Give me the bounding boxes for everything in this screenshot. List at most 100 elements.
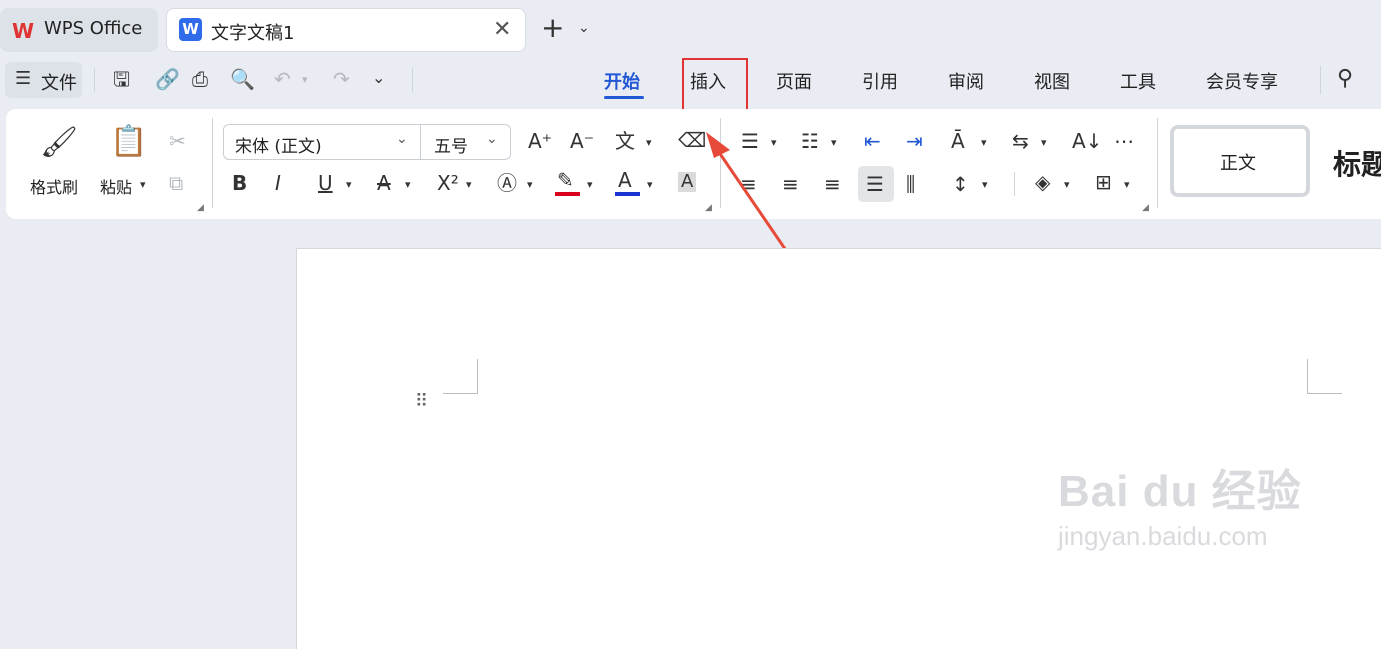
tab-document[interactable]: W 文字文稿1 ✕ xyxy=(166,8,526,52)
tab-home[interactable]: 开始 xyxy=(604,68,640,94)
font-color-icon[interactable]: A xyxy=(618,170,632,190)
strikethrough-icon[interactable]: A xyxy=(377,173,391,193)
divider xyxy=(212,118,213,208)
increase-indent-icon[interactable]: ⇥ xyxy=(906,131,923,151)
strikethrough-dropdown-icon[interactable]: ▾ xyxy=(405,178,411,191)
text-flow-dropdown-icon[interactable]: ▾ xyxy=(1041,136,1047,149)
underline-icon[interactable]: U xyxy=(318,173,333,193)
line-spacing-dropdown-icon[interactable]: ▾ xyxy=(982,178,988,191)
tab-page[interactable]: 页面 xyxy=(776,68,812,94)
text-flow-icon[interactable]: ⇆ xyxy=(1012,131,1029,151)
paste-icon[interactable]: 📋 xyxy=(110,127,147,157)
superscript-dropdown-icon[interactable]: ▾ xyxy=(466,178,472,191)
redo-icon[interactable]: ↷ xyxy=(333,69,350,89)
sort-icon[interactable]: A↓ xyxy=(1072,131,1102,151)
grow-font-icon[interactable]: A⁺ xyxy=(528,131,552,151)
font-size-value[interactable]: 五号 xyxy=(434,132,468,157)
divider xyxy=(1014,172,1015,196)
phonetic-guide-icon[interactable]: 文 xyxy=(615,131,635,151)
format-painter-label[interactable]: 格式刷 xyxy=(30,174,78,198)
tab-references[interactable]: 引用 xyxy=(862,68,898,94)
tab-document-label: 文字文稿1 xyxy=(211,23,295,44)
shading-dropdown-icon[interactable]: ▾ xyxy=(1064,178,1070,191)
annotation-highlight-box xyxy=(682,58,748,114)
margin-corner-top-left xyxy=(443,359,478,394)
wps-logo-icon: W xyxy=(12,19,35,43)
customize-quick-access-icon[interactable]: ⌄ xyxy=(372,70,385,86)
divider xyxy=(94,68,95,92)
cut-icon[interactable]: ✂ xyxy=(169,131,186,151)
text-effect-dropdown-icon[interactable]: ▾ xyxy=(527,178,533,191)
decrease-indent-icon[interactable]: ⇤ xyxy=(864,131,881,151)
highlight-color-icon[interactable]: ✎ xyxy=(557,170,574,190)
highlight-dropdown-icon[interactable]: ▾ xyxy=(587,178,593,191)
divider xyxy=(1320,66,1321,94)
clipboard-dialog-launcher-icon[interactable]: ◢ xyxy=(197,203,204,213)
margin-corner-top-right xyxy=(1307,359,1342,394)
justify-icon: ☰ xyxy=(866,172,884,196)
phonetic-dropdown-icon[interactable]: ▾ xyxy=(646,136,652,149)
superscript-icon[interactable]: X² xyxy=(437,173,459,193)
font-selector[interactable]: 宋体 (正文) ⌄ 五号 ⌄ xyxy=(223,124,511,160)
font-family-value[interactable]: 宋体 (正文) xyxy=(235,132,322,157)
numbered-list-dropdown-icon[interactable]: ▾ xyxy=(831,136,837,149)
line-spacing-icon[interactable]: ↕ xyxy=(952,174,969,194)
menu-icon: ☰ xyxy=(15,68,32,89)
new-tab-icon[interactable]: + xyxy=(541,14,564,42)
tab-membership[interactable]: 会员专享 xyxy=(1206,68,1278,94)
tab-tools[interactable]: 工具 xyxy=(1120,68,1156,94)
paste-dropdown-icon[interactable]: ▾ xyxy=(140,178,146,191)
drag-handle-icon[interactable]: ⠿ xyxy=(415,393,428,411)
paste-label[interactable]: 粘贴 xyxy=(100,174,132,198)
borders-icon[interactable]: ⊞ xyxy=(1095,172,1112,192)
font-color-swatch xyxy=(615,192,640,196)
search-icon[interactable]: ⚲ xyxy=(1337,68,1353,90)
print-preview-icon[interactable]: 🔍 xyxy=(230,69,255,89)
format-painter-icon[interactable]: 🖌 xyxy=(40,128,78,158)
tab-review[interactable]: 审阅 xyxy=(948,68,984,94)
divider xyxy=(1157,118,1158,208)
document-page[interactable]: ⠿ xyxy=(296,248,1381,649)
font-selector-divider xyxy=(420,125,421,159)
justify-button[interactable]: ☰ xyxy=(858,166,894,202)
undo-dropdown-icon[interactable]: ▾ xyxy=(302,73,308,86)
borders-dropdown-icon[interactable]: ▾ xyxy=(1124,178,1130,191)
font-size-chevron-icon[interactable]: ⌄ xyxy=(486,131,498,147)
undo-icon[interactable]: ↶ xyxy=(274,69,291,89)
tab-wps-label: WPS Office xyxy=(44,18,143,39)
watermark-logo: Bai du 经验 xyxy=(1058,467,1302,516)
writer-doc-icon: W xyxy=(179,18,202,41)
share-link-icon[interactable]: 🔗 xyxy=(155,69,180,89)
font-color-dropdown-icon[interactable]: ▾ xyxy=(647,178,653,191)
divider xyxy=(412,68,413,92)
style-normal-card[interactable]: 正文 xyxy=(1170,125,1310,197)
paragraph-dialog-launcher-icon[interactable]: ◢ xyxy=(1142,203,1149,213)
print-icon[interactable]: ⎙ xyxy=(192,69,208,89)
save-icon[interactable]: 🖫 xyxy=(113,69,130,89)
tab-wps-office[interactable]: W WPS Office xyxy=(0,8,158,52)
text-direction-icon[interactable]: Ā xyxy=(951,131,965,151)
file-menu-button[interactable]: ☰ 文件 xyxy=(5,62,82,98)
distributed-align-icon[interactable]: ⫼ xyxy=(906,174,915,194)
style-heading-label[interactable]: 标题 xyxy=(1333,143,1381,183)
italic-icon[interactable]: I xyxy=(275,173,281,193)
copy-icon[interactable]: ⧉ xyxy=(169,173,183,193)
bold-icon[interactable]: B xyxy=(232,173,247,193)
align-right-icon[interactable]: ≡ xyxy=(824,174,841,194)
file-menu-label: 文件 xyxy=(41,73,77,94)
underline-dropdown-icon[interactable]: ▾ xyxy=(346,178,352,191)
close-tab-icon[interactable]: ✕ xyxy=(493,17,511,42)
watermark-url: jingyan.baidu.com xyxy=(1058,521,1268,551)
tab-list-chevron-icon[interactable]: ⌄ xyxy=(578,20,590,36)
show-hide-marks-icon[interactable]: ⋯ xyxy=(1114,131,1134,151)
highlight-color-swatch xyxy=(555,192,580,196)
font-family-chevron-icon[interactable]: ⌄ xyxy=(396,131,408,147)
shading-fill-icon[interactable]: ◈ xyxy=(1035,172,1050,192)
text-direction-dropdown-icon[interactable]: ▾ xyxy=(981,136,987,149)
shrink-font-icon[interactable]: A⁻ xyxy=(570,131,594,151)
tab-view[interactable]: 视图 xyxy=(1034,68,1070,94)
active-tab-indicator xyxy=(604,96,644,99)
text-effect-icon[interactable]: Ⓐ xyxy=(497,173,517,193)
style-normal-label: 正文 xyxy=(1220,153,1256,174)
watermark: Bai du 经验 jingyan.baidu.com xyxy=(1058,455,1302,552)
